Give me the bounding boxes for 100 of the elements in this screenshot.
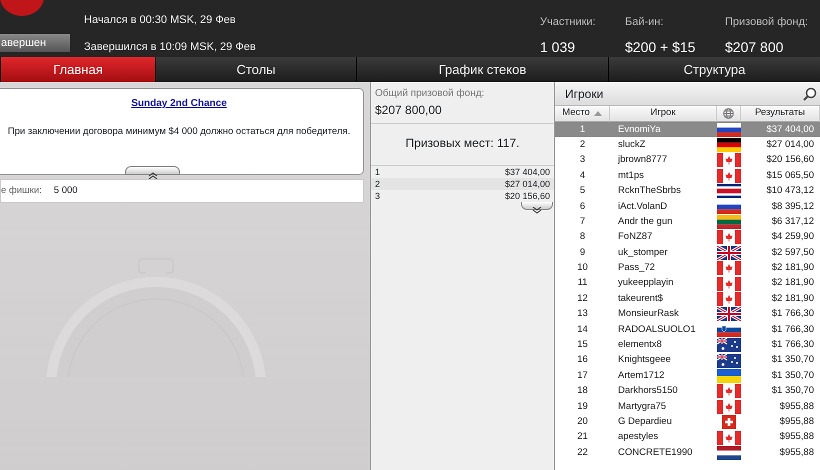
player-name-cell[interactable]: MonsieurRask (610, 306, 717, 322)
player-name-cell[interactable]: jbrown8777 (610, 152, 717, 168)
result-cell: $37 404,00 (741, 122, 820, 138)
player-name-cell[interactable]: RADOALSUOLO1 (610, 322, 717, 338)
flag-icon (717, 368, 741, 383)
place-cell-text: 6 (578, 200, 586, 214)
prize-amount: $20 156,60 (504, 190, 550, 202)
result-cell-text: $1 766,30 (770, 338, 815, 352)
place-cell-text: 16 (576, 353, 589, 368)
flag-icon (717, 338, 741, 352)
stat-label: Призовой фонд: (725, 15, 809, 30)
result-cell-text: $10 473,12 (765, 184, 815, 198)
result-cell-text: $2 181,90 (770, 261, 815, 276)
prize-amount: $37 404,00 (504, 166, 550, 178)
column-header[interactable]: Игрок (610, 106, 717, 122)
player-name-cell[interactable]: mt1ps (610, 168, 717, 184)
result-cell-text: $955,88 (778, 414, 815, 429)
place-cell: 1 (555, 122, 610, 138)
place-cell-text: 18 (576, 384, 589, 398)
tournament-title-link[interactable]: Sunday 2nd Chance (131, 96, 227, 111)
stat-value: $207 800 (725, 38, 784, 56)
player-name-cell[interactable]: Artem1712 (610, 368, 717, 384)
column-header[interactable]: Место (555, 106, 610, 122)
place-cell-text: 9 (578, 246, 586, 260)
flag-icon (717, 276, 741, 291)
tab[interactable]: График стеков (356, 57, 608, 82)
tab[interactable]: Структура (608, 57, 820, 82)
player-name-cell[interactable]: FoNZ87 (610, 230, 717, 246)
result-cell-text: $2 597,50 (770, 246, 815, 260)
player-name-cell[interactable]: takeurent$ (610, 291, 717, 307)
tab[interactable]: Столы (155, 57, 356, 82)
place-cell-text: 4 (578, 168, 586, 183)
player-name-cell[interactable]: G Depardieu (610, 414, 717, 430)
result-cell-text: $2 181,90 (770, 276, 815, 290)
place-cell-text: 12 (576, 292, 589, 306)
place-cell-text: 2 (578, 138, 586, 152)
flag-icon (717, 215, 741, 230)
result-cell-text: $955,88 (778, 400, 815, 414)
player-name-cell[interactable]: sluckZ (610, 137, 717, 153)
player-name-cell[interactable]: elementx8 (610, 337, 717, 353)
column-header[interactable]: Результаты (741, 106, 820, 122)
player-name-cell[interactable]: apestyles (610, 430, 717, 446)
tab[interactable]: Главная (0, 57, 155, 82)
flag-icon (717, 230, 741, 244)
prize-amount: $27 014,00 (504, 178, 550, 190)
player-name-cell[interactable]: Martygra75 (610, 399, 717, 414)
place-cell-text: 20 (576, 414, 589, 429)
result-cell-text: $2 181,90 (770, 292, 815, 306)
flag-icon (717, 430, 741, 444)
player-name-cell[interactable]: CONCRETE1990 (610, 445, 717, 461)
prize-pool-value: $207 800,00 (371, 101, 554, 124)
flag-icon (717, 122, 741, 137)
prize-pool-label: Общий призовой фонд: (374, 87, 486, 101)
place-cell-text: 17 (576, 368, 589, 383)
stat-label: Участники: (540, 15, 597, 30)
place-cell-text: 14 (576, 322, 589, 337)
player-name-cell[interactable]: Andr the gun (610, 214, 717, 230)
place-cell-text: 22 (576, 446, 589, 460)
player-name-cell[interactable]: Pass_72 (610, 260, 717, 276)
player-name-cell[interactable]: iAct.VolanD (610, 198, 717, 214)
flag-icon (717, 307, 741, 322)
result-cell-text: $955,88 (778, 446, 815, 460)
flag-icon (717, 292, 741, 306)
player-name-cell[interactable]: RcknTheSbrbs (610, 184, 717, 199)
search-icon[interactable] (803, 86, 817, 100)
player-name-cell[interactable]: uk_stomper (610, 245, 717, 261)
rule-note: При заключении договора минимум $4 000 должно остаться для победителя. (6, 124, 352, 138)
flag-icon (717, 184, 741, 198)
player-name-cell[interactable]: Knightsgeee (610, 352, 717, 368)
place-cell-text: 19 (576, 400, 589, 414)
player-name-cell[interactable]: Darkhors5150 (610, 384, 717, 400)
result-cell-text: $1 350,70 (770, 384, 815, 398)
start-time: Начался в 00:30 MSK, 29 Фев (84, 13, 237, 28)
place-cell-text: 5 (578, 184, 586, 198)
result-cell-text: $27 014,00 (765, 138, 815, 152)
stat-label: Бай-ин: (625, 15, 664, 30)
prize-places-text: Призовых мест: 117. (371, 124, 554, 166)
chips-value: 5 000 (54, 184, 78, 198)
chips-label: е фишки: (1, 184, 42, 198)
result-cell-text: $1 766,30 (770, 307, 815, 322)
flag-icon (717, 384, 741, 398)
column-title: Место (562, 106, 590, 120)
place-cell-text: 3 (578, 153, 586, 168)
flag-icon (717, 246, 741, 260)
flag-icon (717, 446, 741, 460)
player-name-cell[interactable]: yukeepplayin (610, 276, 717, 292)
status-label: авершен (0, 34, 70, 52)
prize-place: 1 (375, 166, 380, 178)
prize-place: 2 (375, 178, 380, 190)
result-cell-text: $15 065,50 (765, 168, 815, 183)
result-cell-text: $1 350,70 (770, 368, 815, 383)
globe-icon (723, 108, 734, 119)
result-cell-text: $8 395,12 (770, 200, 815, 214)
place-cell-text: 7 (578, 214, 586, 229)
players-title: Игроки (565, 86, 604, 102)
end-time: Завершился в 10:09 MSK, 29 Фев (84, 40, 257, 54)
prize-place: 3 (375, 190, 380, 202)
place-cell-text: 8 (578, 230, 586, 244)
place-cell-text: 15 (576, 338, 589, 352)
stat-value: $200 + $15 (625, 38, 696, 56)
